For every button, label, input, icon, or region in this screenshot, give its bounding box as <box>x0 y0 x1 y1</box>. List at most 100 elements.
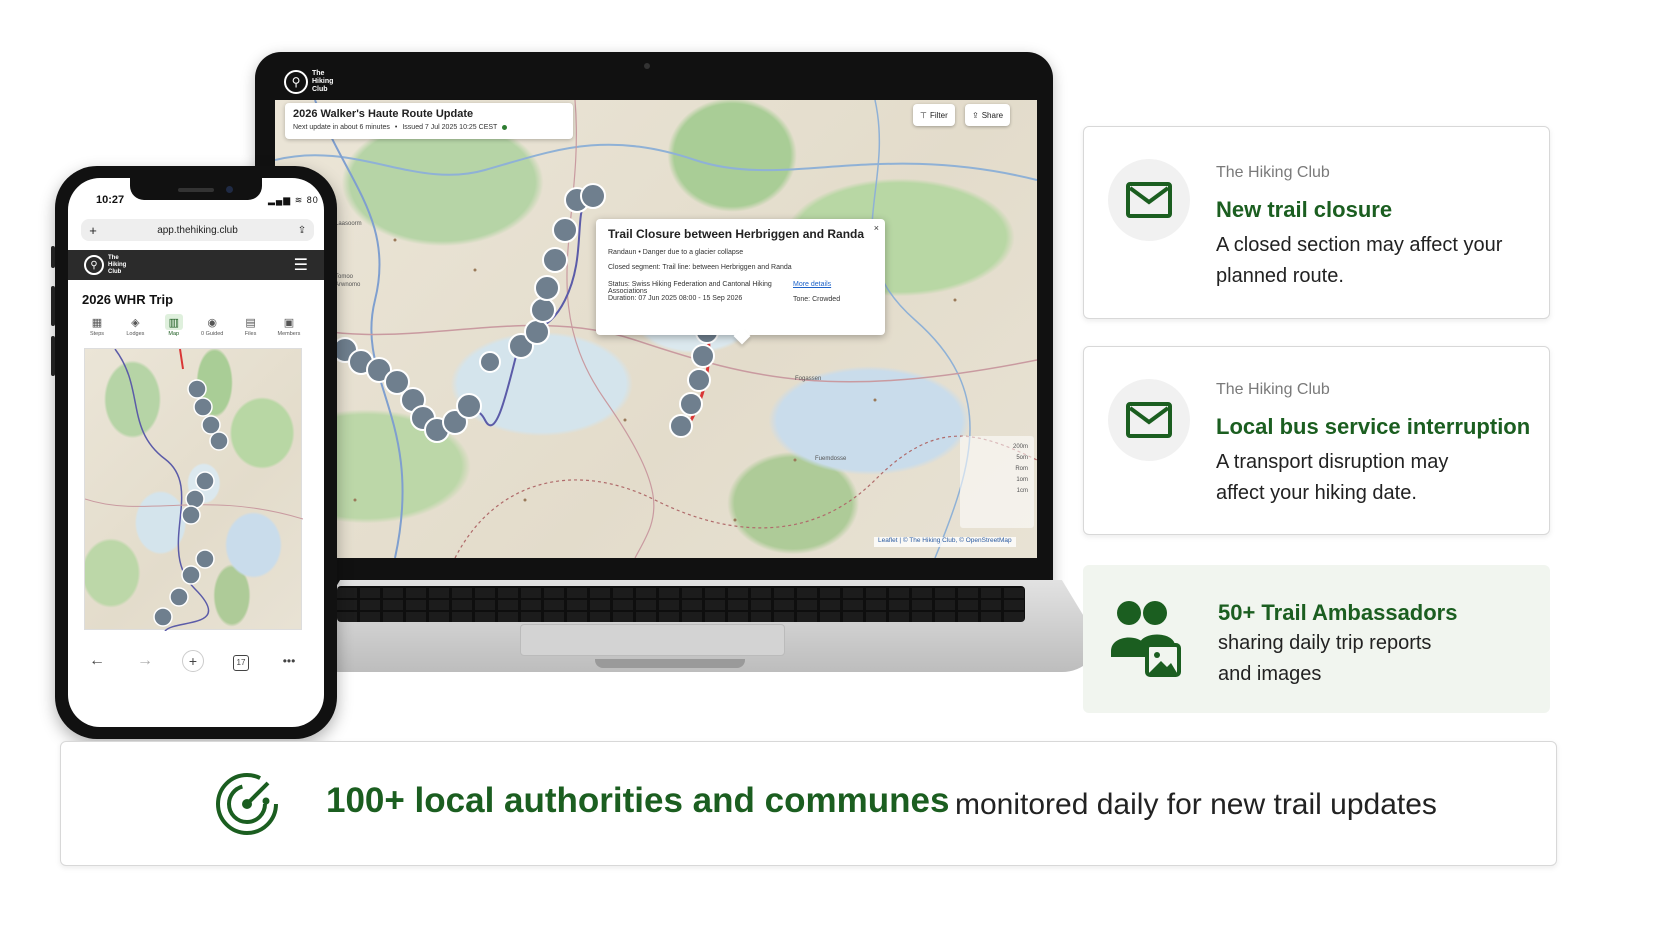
photo-marker[interactable] <box>181 505 201 525</box>
photo-marker[interactable] <box>201 415 221 435</box>
tab-members[interactable]: ▣ Members <box>274 314 304 338</box>
popup-title: Trail Closure between Herbriggen and Ran… <box>608 227 865 241</box>
status-icons: ▂▄▆ ≋ 80 <box>268 195 319 205</box>
map-scale-panel: 200m 5om Rom 1om 1cm <box>960 436 1034 528</box>
photo-markers <box>153 379 229 627</box>
popup-subtitle: Randaun • Danger due to a glacier collap… <box>608 249 744 256</box>
files-icon: ▤ <box>245 316 256 329</box>
phone-map-overlay <box>85 349 303 631</box>
map-icon: ▥ <box>164 314 183 330</box>
scale-label: 200m <box>1012 444 1028 450</box>
popup-tone: Tone: Crowded <box>793 296 841 303</box>
new-tab-plus-icon[interactable]: + <box>182 650 204 672</box>
photo-marker[interactable] <box>195 471 215 491</box>
tab-count-icon[interactable]: 17 <box>233 654 249 671</box>
brand-logo-text: The Hiking Club <box>312 70 334 93</box>
more-details-link[interactable]: More details <box>793 281 873 288</box>
envelope-icon <box>1108 379 1190 461</box>
url-text[interactable]: app.thehiking.club <box>105 225 290 236</box>
trail-closure-popup: Trail Closure between Herbriggen and Ran… <box>596 219 885 345</box>
filter-button[interactable]: ⊤ Filter <box>913 104 955 126</box>
tab-lodges[interactable]: ◈ Lodges <box>120 314 150 338</box>
browser-url-bar[interactable]: + app.thehiking.club ⇪ <box>81 219 314 241</box>
phone-side-button <box>51 336 55 376</box>
tab-label: Members <box>277 331 301 337</box>
photo-marker[interactable] <box>195 549 215 569</box>
trip-tabs: ▦ Steps ◈ Lodges ▥ Map ◉ 0 Guided ▤ File… <box>82 314 304 337</box>
filter-icon: ⊤ <box>920 110 927 120</box>
laptop-camera <box>644 63 650 69</box>
photo-marker[interactable] <box>479 351 501 373</box>
back-arrow-icon[interactable]: ← <box>84 652 110 670</box>
photo-marker[interactable] <box>580 183 606 209</box>
river-line <box>871 100 971 558</box>
photo-marker[interactable] <box>687 368 711 392</box>
tab-files[interactable]: ▤ Files <box>236 314 266 338</box>
photo-marker[interactable] <box>679 392 703 416</box>
new-tab-icon[interactable]: + <box>81 223 105 238</box>
card-body: A closed section may affect your planned… <box>1216 234 1503 287</box>
tab-steps[interactable]: ▦ Steps <box>82 314 112 338</box>
browser-bottom-bar: ← → + 17 ••• <box>84 650 302 672</box>
photo-marker[interactable] <box>187 379 207 399</box>
card-body: A transport disruption may affect your h… <box>1216 451 1449 504</box>
map-attribution[interactable]: Leaflet | © The Hiking Club, © OpenStree… <box>874 537 1016 547</box>
photo-marker[interactable] <box>691 344 715 368</box>
photo-marker[interactable] <box>209 431 229 451</box>
members-icon: ▣ <box>283 316 295 329</box>
tab-guided[interactable]: ◉ 0 Guided <box>197 314 227 338</box>
photo-marker[interactable] <box>534 275 560 301</box>
photo-marker[interactable] <box>530 297 556 323</box>
photo-marker[interactable] <box>524 319 550 345</box>
app-logo[interactable]: ⚲ The Hiking Club <box>84 255 126 276</box>
photo-marker[interactable] <box>185 489 205 509</box>
photo-marker[interactable] <box>153 607 173 627</box>
photo-marker[interactable] <box>552 217 578 243</box>
photo-marker[interactable] <box>669 414 693 438</box>
card-title: New trail closure <box>1216 197 1393 222</box>
map-label: Tomoo <box>335 274 354 280</box>
phone-speaker <box>178 188 214 192</box>
photo-marker[interactable] <box>456 393 482 419</box>
popup-close-icon[interactable]: × <box>874 223 879 233</box>
ambassadors-line-2: and images <box>1218 663 1322 685</box>
hiker-logo-icon: ⚲ <box>284 70 308 94</box>
ambassadors-line-1: sharing daily trip reports <box>1218 632 1432 654</box>
photo-marker[interactable] <box>193 397 213 417</box>
tab-map[interactable]: ▥ Map <box>159 314 189 337</box>
photo-marker[interactable] <box>542 247 568 273</box>
more-options-icon[interactable]: ••• <box>276 654 302 668</box>
card-brand: The Hiking Club <box>1216 381 1330 398</box>
scale-label: 5om <box>1016 455 1028 461</box>
card-title: Local bus service interruption <box>1216 414 1531 439</box>
guided-icon: ◉ <box>207 316 217 329</box>
envelope-icon <box>1108 159 1190 241</box>
update-title: 2026 Walker's Haute Route Update <box>293 108 474 120</box>
phone-side-button <box>51 286 55 326</box>
map-label: Fuemdosse <box>815 456 847 462</box>
scale-label: Rom <box>1015 466 1028 472</box>
phone-map[interactable] <box>84 348 303 631</box>
share-button[interactable]: ⇪ Share <box>965 104 1011 126</box>
banner-text: monitored daily for new trail updates <box>955 788 1437 821</box>
map-label: Fogassen <box>795 376 821 382</box>
brand-logo-text: The Hiking Club <box>108 254 127 275</box>
map-label: Arwnomo <box>335 282 361 288</box>
popup-details: Status: Swiss Hiking Federation and Cant… <box>608 281 873 303</box>
lodges-icon: ◈ <box>131 316 140 329</box>
issued-text: Issued 7 Jul 2025 10:25 CEST <box>402 124 498 131</box>
share-icon[interactable]: ⇪ <box>290 225 314 236</box>
forward-arrow-icon[interactable]: → <box>132 652 158 670</box>
photo-marker[interactable] <box>181 565 201 585</box>
closure-line <box>179 349 184 370</box>
tab-label: Lodges <box>126 331 145 337</box>
ambassadors-title: 50+ Trail Ambassadors <box>1218 600 1458 625</box>
share-icon: ⇪ <box>972 110 979 120</box>
popup-status: Status: Swiss Hiking Federation and Cant… <box>608 281 772 295</box>
status-time: 10:27 <box>96 194 125 206</box>
photo-marker[interactable] <box>169 587 189 607</box>
hamburger-menu-icon[interactable]: ☰ <box>294 255 308 275</box>
tab-label: Files <box>244 331 257 337</box>
laptop-trackpad <box>520 624 785 656</box>
popup-closed-segment: Closed segment: Trail line: between Herb… <box>608 264 792 271</box>
